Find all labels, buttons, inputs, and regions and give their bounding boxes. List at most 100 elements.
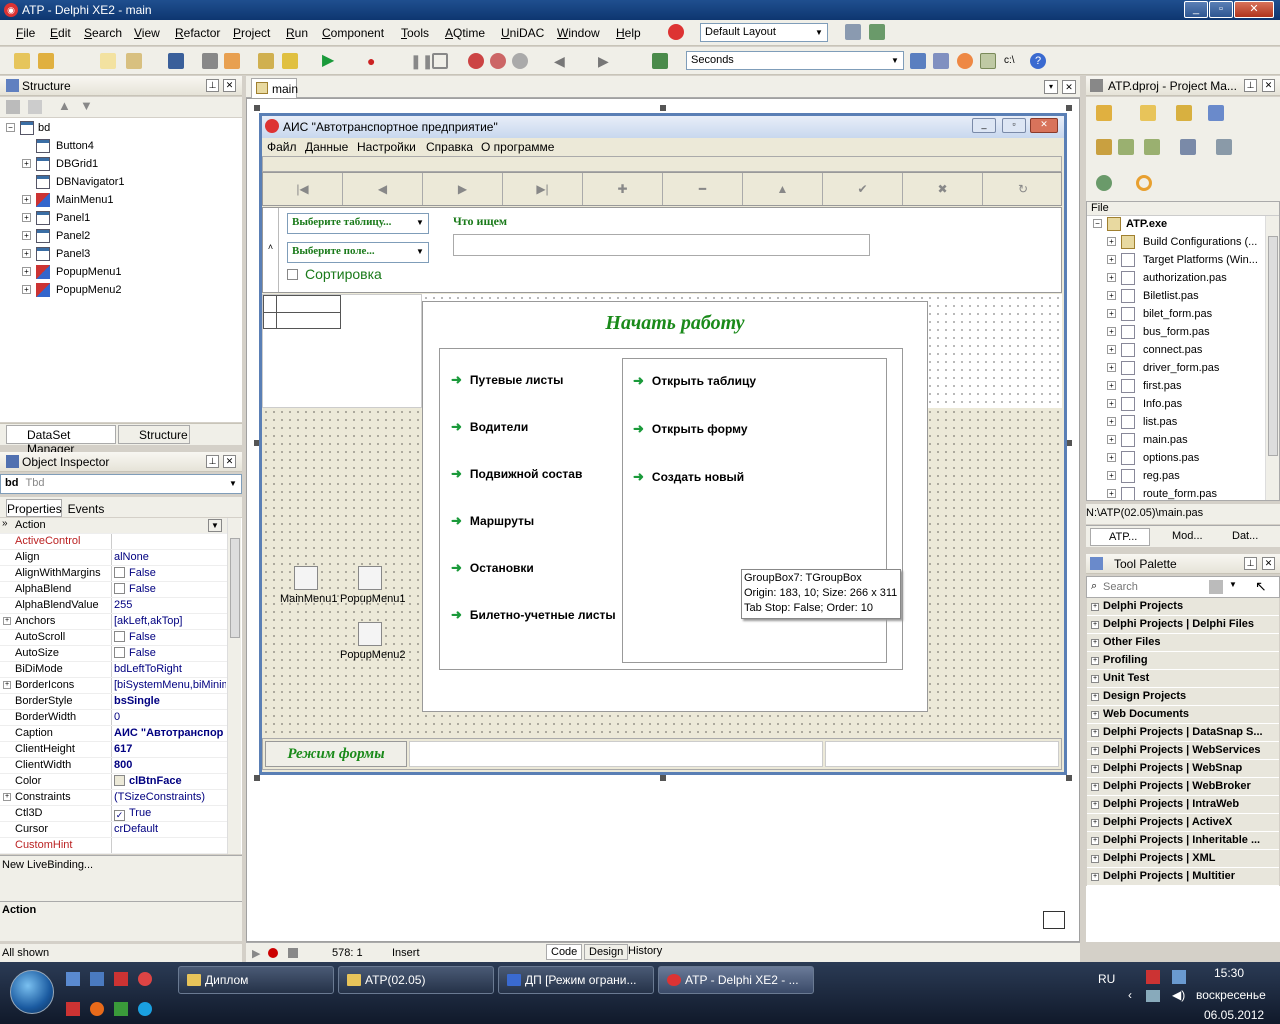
property-value[interactable]: ✓ True <box>114 807 226 821</box>
expand-icon[interactable]: + <box>3 617 11 625</box>
expand-icon[interactable]: + <box>1107 471 1116 480</box>
app3-icon[interactable] <box>114 1002 128 1016</box>
chevron-down-icon[interactable]: ▼ <box>208 519 222 532</box>
collapse-all-icon[interactable] <box>28 100 42 114</box>
scroll-thumb[interactable] <box>230 538 240 638</box>
property-row[interactable]: AlignWithMargins False <box>0 566 240 582</box>
property-row[interactable]: ClientWidth 800 <box>0 758 240 774</box>
selection-handle[interactable] <box>1066 775 1072 781</box>
collapse-icon[interactable]: − <box>1093 219 1102 228</box>
minimize-button[interactable]: _ <box>1184 1 1208 18</box>
build-icon[interactable] <box>1216 139 1232 155</box>
save-icon[interactable] <box>168 53 184 69</box>
nav-link-3[interactable]: ➜ Маршруты <box>451 513 534 529</box>
form-mode-button[interactable]: Режим формы <box>265 741 407 767</box>
tab-structure[interactable]: Structure <box>118 425 190 444</box>
tab-history[interactable]: History <box>624 944 666 958</box>
show-hidden-icons[interactable]: ‹ <box>1128 988 1132 1002</box>
pin-icon[interactable]: ⊥ <box>1244 557 1257 570</box>
layout-combo[interactable]: Default Layout ▼ <box>700 23 828 42</box>
open-folder-icon[interactable] <box>1176 105 1192 121</box>
close-icon[interactable]: ✕ <box>1262 557 1275 570</box>
palette-category[interactable]: + Delphi Projects <box>1087 598 1279 616</box>
tab-design[interactable]: Design <box>584 944 629 960</box>
project-file[interactable]: + Target Platforms (Win... <box>1107 252 1263 270</box>
open-project-icon[interactable] <box>126 53 142 69</box>
form-preview-icon[interactable] <box>1043 911 1065 929</box>
task-word-doc[interactable]: ДП [Режим ограни... <box>498 966 654 994</box>
property-value[interactable]: АИС "Автотранспор <box>114 727 226 739</box>
nav-insert-button[interactable]: ✚ <box>583 173 663 205</box>
property-value[interactable]: (TSizeConstraints) <box>114 791 226 803</box>
pin-icon[interactable]: ⊥ <box>1244 79 1257 92</box>
palette-category[interactable]: + Delphi Projects | XML <box>1087 850 1279 868</box>
stop-icon[interactable] <box>432 53 448 69</box>
globe-icon[interactable] <box>957 53 973 69</box>
property-value[interactable]: clBtnFace <box>114 775 226 787</box>
expand-icon[interactable]: + <box>1107 417 1116 426</box>
expand-icon[interactable]: + <box>1091 747 1099 755</box>
field-combo[interactable]: Выберите поле... ▼ <box>287 242 429 263</box>
property-value[interactable]: False <box>114 583 226 595</box>
property-row[interactable]: CustomHint <box>0 838 240 854</box>
menu-window[interactable]: Window <box>557 26 600 40</box>
menu-run[interactable]: Run <box>286 26 308 40</box>
palette-category[interactable]: + Delphi Projects | DataSnap S... <box>1087 724 1279 742</box>
palette-category[interactable]: + Design Projects <box>1087 688 1279 706</box>
action-link-1[interactable]: ➜ Открыть форму <box>633 421 748 437</box>
form-menu-file[interactable]: Файл <box>267 140 297 154</box>
property-row[interactable]: AutoSize False <box>0 646 240 662</box>
tree-node[interactable]: + PopupMenu1 <box>22 264 236 282</box>
expand-icon[interactable]: + <box>1091 711 1099 719</box>
tree-node-root[interactable]: − bd <box>6 120 236 138</box>
project-root[interactable]: − ATP.exe <box>1093 216 1263 234</box>
run-without-debug-icon[interactable]: ● <box>367 53 383 69</box>
ui-icon-1[interactable] <box>910 53 926 69</box>
scroll-thumb[interactable] <box>1268 236 1278 456</box>
language-indicator[interactable]: RU <box>1098 972 1115 986</box>
property-row[interactable]: + BorderIcons [biSystemMenu,biMinim <box>0 678 240 694</box>
selection-handle[interactable] <box>660 105 666 111</box>
project-file[interactable]: + Info.pas <box>1107 396 1263 414</box>
project-file[interactable]: + driver_form.pas <box>1107 360 1263 378</box>
expand-icon[interactable]: + <box>1091 855 1099 863</box>
panel-top[interactable] <box>262 156 1062 172</box>
trace-into-icon[interactable] <box>468 53 484 69</box>
expand-icon[interactable]: + <box>1091 873 1099 881</box>
property-value[interactable]: False <box>114 647 226 659</box>
palette-category[interactable]: + Delphi Projects | WebSnap <box>1087 760 1279 778</box>
expand-icon[interactable]: + <box>1107 255 1116 264</box>
expand-icon[interactable]: + <box>1091 819 1099 827</box>
remove-file-icon[interactable] <box>282 53 298 69</box>
close-all-icon[interactable] <box>224 53 240 69</box>
popupmenu2-component-icon[interactable] <box>358 622 382 646</box>
view-icon[interactable] <box>1208 105 1224 121</box>
expand-icon[interactable] <box>1118 139 1134 155</box>
skype-icon[interactable] <box>138 1002 152 1016</box>
property-value[interactable]: [akLeft,akTop] <box>114 615 226 627</box>
menu-help[interactable]: Help <box>616 26 641 40</box>
form-menu-about[interactable]: О программе <box>481 140 554 154</box>
expand-icon[interactable]: + <box>1107 381 1116 390</box>
categories-icon[interactable] <box>1209 580 1223 594</box>
tab-model[interactable]: Mod... <box>1154 528 1212 546</box>
menu-project[interactable]: Project <box>233 26 270 40</box>
db-navigator[interactable]: |◀ ◀ ▶ ▶| ✚ ━ ▲ ✔ ✖ ↻ <box>262 172 1062 206</box>
start-button[interactable] <box>10 970 54 1014</box>
tab-code[interactable]: Code <box>546 944 583 960</box>
seconds-combo[interactable]: Seconds ▼ <box>686 51 904 70</box>
form-status-bar[interactable]: Режим формы <box>262 738 1062 770</box>
close-icon[interactable]: ✕ <box>1262 79 1275 92</box>
project-file[interactable]: + connect.pas <box>1107 342 1263 360</box>
network-icon[interactable] <box>1146 990 1160 1002</box>
chevron-down-icon[interactable]: ▼ <box>1229 580 1237 589</box>
property-value[interactable]: [biSystemMenu,biMinim <box>114 679 226 691</box>
tab-dataset-manager[interactable]: DataSet Manager <box>6 425 116 456</box>
selection-handle[interactable] <box>254 775 260 781</box>
property-value[interactable]: crDefault <box>114 823 226 835</box>
sort-checkbox[interactable] <box>287 269 298 280</box>
pin-icon[interactable]: ⊥ <box>206 455 219 468</box>
tab-data[interactable]: Dat... <box>1214 528 1274 546</box>
nav-prior-button[interactable]: ◀ <box>343 173 423 205</box>
expand-icon[interactable]: + <box>1107 291 1116 300</box>
